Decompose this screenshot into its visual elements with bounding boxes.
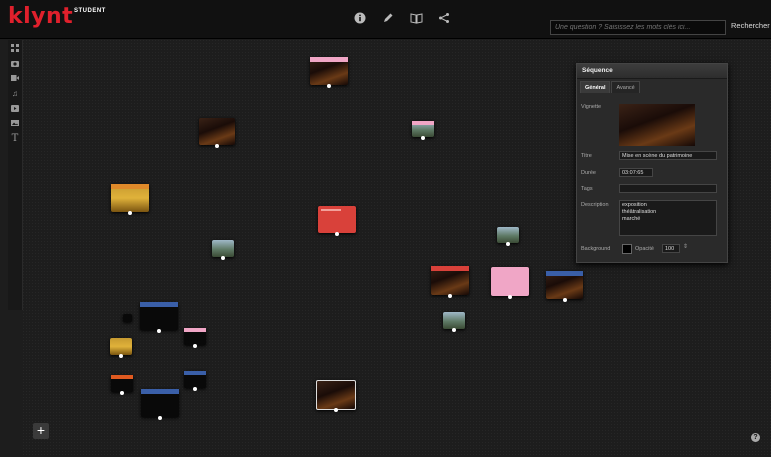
grid-icon[interactable] bbox=[8, 41, 22, 55]
description-line: théâtralisation bbox=[622, 209, 657, 215]
sequence-node[interactable] bbox=[310, 57, 348, 88]
search-input[interactable] bbox=[550, 20, 726, 35]
vignette-label: Vignette bbox=[581, 104, 602, 110]
description-label: Description bbox=[581, 202, 609, 208]
sequence-node[interactable] bbox=[199, 118, 235, 148]
pencil-icon[interactable] bbox=[380, 10, 396, 26]
titre-field[interactable]: Mise en scène du patrimoine bbox=[619, 151, 717, 160]
duree-field[interactable]: 03:07:65 bbox=[619, 168, 653, 177]
sequence-node[interactable] bbox=[431, 266, 469, 298]
sequence-node[interactable] bbox=[546, 271, 583, 302]
sequence-node[interactable] bbox=[497, 227, 519, 246]
photo-icon[interactable] bbox=[8, 56, 22, 70]
tab-advanced[interactable]: Avancé bbox=[611, 81, 640, 93]
sequence-node-selected[interactable] bbox=[316, 380, 356, 412]
search-button[interactable]: Rechercher bbox=[731, 21, 770, 30]
sequence-node[interactable] bbox=[110, 338, 132, 358]
tab-general[interactable]: Général bbox=[580, 81, 611, 93]
sequence-node[interactable] bbox=[141, 389, 179, 420]
titre-label: Titre bbox=[581, 153, 592, 159]
media-sidebar: ♫ T bbox=[8, 40, 23, 310]
image-icon[interactable] bbox=[8, 116, 22, 130]
sequence-node[interactable] bbox=[318, 206, 356, 236]
info-icon[interactable] bbox=[352, 10, 368, 26]
description-field[interactable]: exposition théâtralisation marché bbox=[619, 200, 717, 236]
sequence-node[interactable] bbox=[184, 328, 206, 348]
sequence-panel: Séquence Général Avancé Vignette Titre M… bbox=[576, 63, 728, 263]
add-button[interactable]: + bbox=[33, 423, 49, 439]
edition-label: STUDENT bbox=[74, 8, 106, 14]
vignette-thumbnail[interactable] bbox=[619, 104, 695, 146]
music-icon[interactable]: ♫ bbox=[8, 86, 22, 100]
play-icon[interactable] bbox=[8, 101, 22, 115]
share-icon[interactable] bbox=[436, 10, 452, 26]
tags-label: Tags bbox=[581, 186, 593, 192]
toolbar bbox=[352, 10, 452, 26]
sequence-node[interactable] bbox=[491, 267, 529, 299]
description-line: exposition bbox=[622, 202, 647, 208]
sequence-node[interactable] bbox=[212, 240, 234, 260]
sequence-node[interactable] bbox=[140, 302, 178, 333]
stepper-icon[interactable]: ⇕ bbox=[683, 243, 688, 250]
background-label: Background bbox=[581, 246, 611, 252]
book-icon[interactable] bbox=[408, 10, 424, 26]
sequence-node[interactable] bbox=[111, 375, 133, 395]
panel-title: Séquence bbox=[577, 64, 727, 79]
sequence-node[interactable] bbox=[111, 184, 149, 215]
opacite-label: Opacité bbox=[635, 246, 654, 252]
top-bar: klynt STUDENT Rechercher bbox=[0, 0, 771, 39]
panel-tabs: Général Avancé bbox=[580, 81, 727, 93]
opacite-field[interactable]: 100 bbox=[662, 244, 680, 253]
text-icon[interactable]: T bbox=[8, 131, 22, 145]
tags-field[interactable] bbox=[619, 184, 717, 193]
help-icon[interactable]: ? bbox=[751, 433, 760, 442]
description-line: marché bbox=[622, 216, 641, 222]
sequence-node[interactable] bbox=[184, 371, 206, 391]
video-icon[interactable] bbox=[8, 71, 22, 85]
sequence-node[interactable] bbox=[443, 312, 465, 332]
sequence-node[interactable] bbox=[123, 314, 132, 322]
background-color-swatch[interactable] bbox=[622, 244, 632, 254]
sequence-node[interactable] bbox=[412, 121, 434, 140]
duree-label: Durée bbox=[581, 170, 596, 176]
app-logo: klynt bbox=[8, 4, 74, 29]
